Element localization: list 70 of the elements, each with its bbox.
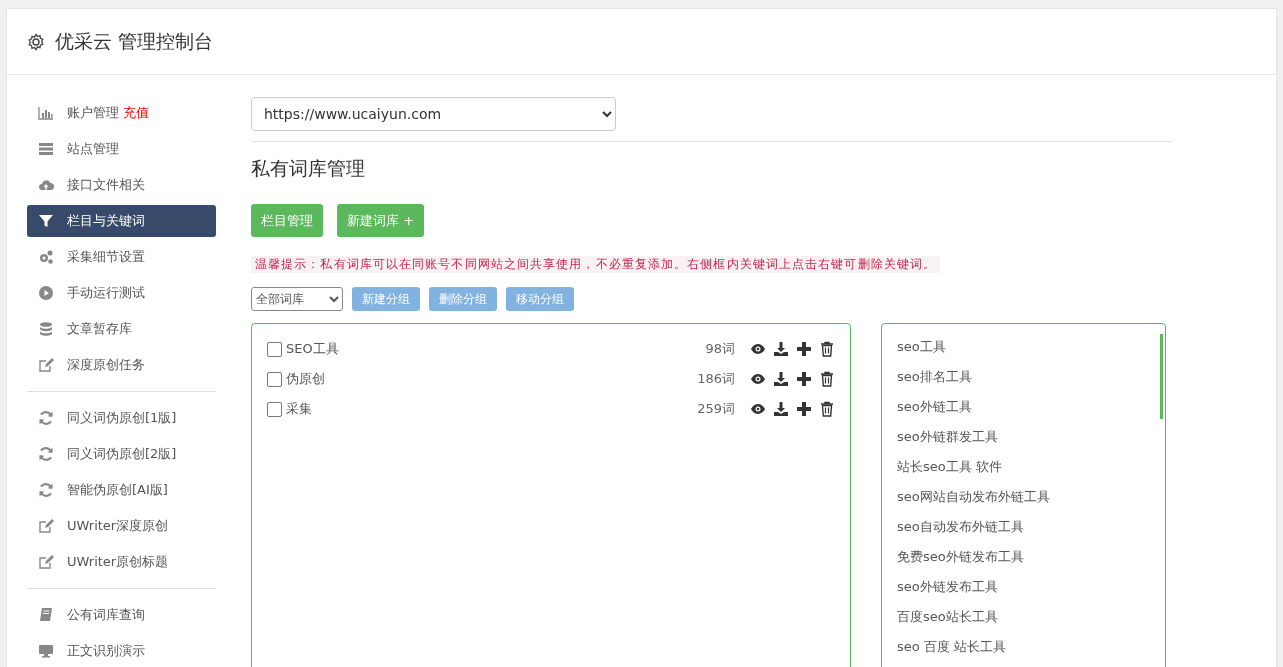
trash-icon[interactable] xyxy=(819,371,835,387)
sidebar-item[interactable]: 栏目与关键词 xyxy=(27,205,216,237)
keyword-item[interactable]: seo 百度 站长工具 xyxy=(897,632,1150,662)
sidebar-item[interactable]: 接口文件相关 xyxy=(27,169,216,201)
recharge-link[interactable]: 充值 xyxy=(123,104,149,122)
refresh-icon xyxy=(37,446,55,462)
sidebar-item[interactable]: 同义词伪原创[1版] xyxy=(27,402,216,434)
library-name: 伪原创 xyxy=(286,370,326,388)
library-name: SEO工具 xyxy=(286,340,340,358)
keyword-item[interactable]: seo自动发布外链工具 xyxy=(897,512,1150,542)
keyword-item[interactable]: seo外链工具 xyxy=(897,392,1150,422)
keyword-item[interactable]: seo外链发布工具 xyxy=(897,572,1150,602)
play-icon xyxy=(37,285,55,301)
word-count: 186词 xyxy=(697,370,735,388)
tip-text: 温馨提示：私有词库可以在同账号不同网站之间共享使用，不必重复添加。右侧框内关键词上点击右键可删除关键词。 xyxy=(251,256,941,273)
eye-icon[interactable] xyxy=(750,341,766,357)
keyword-item[interactable]: seo排名工具 xyxy=(897,362,1150,392)
filter-icon xyxy=(37,213,55,229)
sidebar-item[interactable]: 站点管理 xyxy=(27,133,216,165)
refresh-icon xyxy=(37,482,55,498)
download-icon[interactable] xyxy=(773,401,789,417)
library-name: 采集 xyxy=(286,400,313,418)
download-icon[interactable] xyxy=(773,371,789,387)
word-count: 98词 xyxy=(705,340,735,358)
eye-icon[interactable] xyxy=(750,401,766,417)
sidebar-item[interactable]: 采集细节设置 xyxy=(27,241,216,273)
settings-icon xyxy=(27,32,45,51)
keyword-item[interactable]: 站长seo工具 软件 xyxy=(897,452,1150,482)
edit-icon xyxy=(37,357,55,373)
cloud-upload-icon xyxy=(37,177,55,193)
word-count: 259词 xyxy=(697,400,735,418)
gears-icon xyxy=(37,249,55,265)
sidebar-item[interactable]: 同义词伪原创[2版] xyxy=(27,438,216,470)
monitor-icon xyxy=(37,643,55,659)
console-title: 优采云 管理控制台 xyxy=(55,28,214,54)
sidebar-item[interactable]: 深度原创任务 xyxy=(27,349,216,381)
book-icon xyxy=(37,607,55,623)
database-icon xyxy=(37,321,55,337)
eye-icon[interactable] xyxy=(750,371,766,387)
checkbox[interactable] xyxy=(267,401,282,417)
sidebar-item[interactable]: 正文识别演示 xyxy=(27,635,216,667)
site-dropdown[interactable]: https://www.ucaiyun.com xyxy=(251,97,616,131)
keyword-item[interactable]: seo网站自动发布外链工具 xyxy=(897,482,1150,512)
keyword-item[interactable]: seo外链群发工具 xyxy=(897,422,1150,452)
keyword-item[interactable]: 百度seo站长工具 xyxy=(897,602,1150,632)
sidebar-item[interactable]: UWriter原创标题 xyxy=(27,546,216,578)
plus-icon[interactable] xyxy=(796,341,812,357)
sidebar-item[interactable]: 公有词库查询 xyxy=(27,599,216,631)
plus-icon[interactable] xyxy=(796,371,812,387)
edit-icon xyxy=(37,518,55,534)
keyword-item[interactable]: seo工具 xyxy=(897,332,1150,362)
checkbox[interactable] xyxy=(267,341,282,357)
plus-icon[interactable] xyxy=(796,401,812,417)
checkbox[interactable] xyxy=(267,371,282,387)
sidebar-item[interactable]: UWriter深度原创 xyxy=(27,510,216,542)
download-icon[interactable] xyxy=(773,341,789,357)
sidebar-item[interactable]: 账户管理 充值 xyxy=(27,97,216,129)
page-title: 私有词库管理 xyxy=(251,156,366,181)
refresh-icon xyxy=(37,410,55,426)
library-filter-dropdown[interactable]: 全部词库 xyxy=(251,287,343,311)
sidebar-item[interactable]: 智能伪原创[AI版] xyxy=(27,474,216,506)
sidebar-item[interactable]: 手动运行测试 xyxy=(27,277,216,309)
edit-icon xyxy=(37,554,55,570)
trash-icon[interactable] xyxy=(819,401,835,417)
keyword-item[interactable]: 免费seo外链发布工具 xyxy=(897,542,1150,572)
sidebar-item[interactable]: 文章暂存库 xyxy=(27,313,216,345)
trash-icon[interactable] xyxy=(819,341,835,357)
server-icon xyxy=(37,141,55,157)
bar-chart-icon xyxy=(37,105,55,121)
scrollbar[interactable] xyxy=(1160,334,1163,419)
